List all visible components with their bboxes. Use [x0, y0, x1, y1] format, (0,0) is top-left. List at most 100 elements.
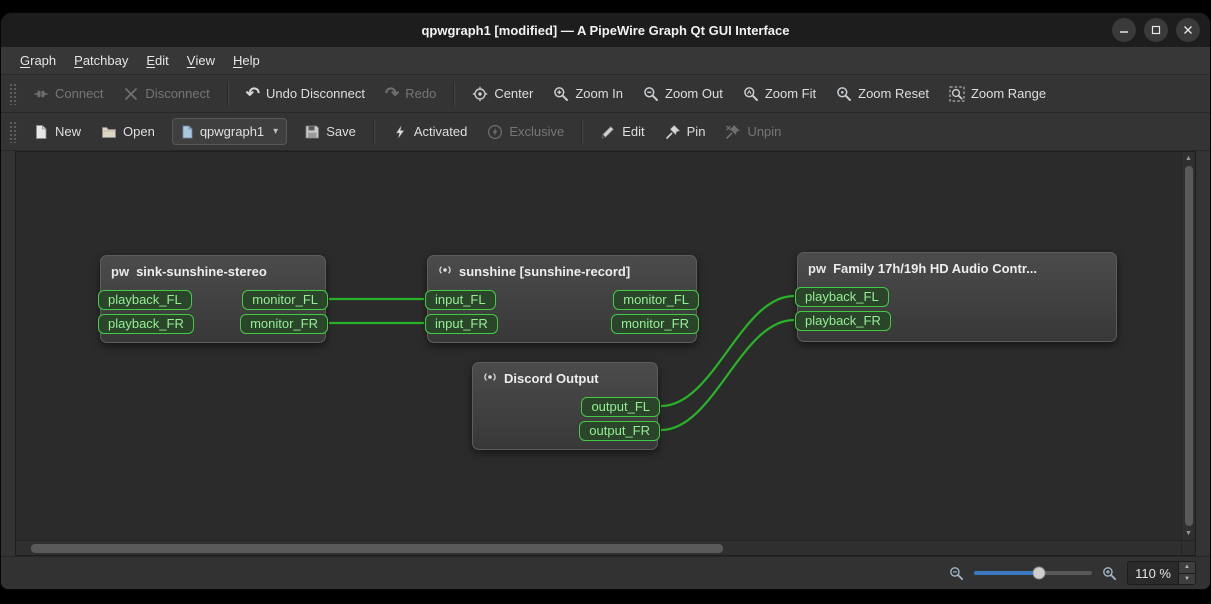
port-output_FL[interactable]: output_FL — [581, 397, 660, 417]
new-label: New — [55, 124, 82, 139]
zoom-out-small-icon[interactable] — [949, 566, 964, 581]
spin-down-icon[interactable]: ▼ — [1179, 573, 1195, 584]
exclusive-toggle[interactable]: Exclusive — [478, 119, 573, 145]
disconnect-icon — [125, 87, 138, 100]
menu-edit[interactable]: Edit — [137, 47, 177, 74]
port-playback_FR[interactable]: playback_FR — [98, 314, 194, 334]
vertical-scrollbar-thumb[interactable] — [1184, 166, 1193, 526]
maximize-button[interactable] — [1144, 18, 1168, 42]
menubar: Graph Patchbay Edit View Help — [1, 47, 1210, 75]
exclusive-label: Exclusive — [509, 124, 565, 139]
connect-icon — [34, 90, 48, 97]
scroll-down-icon[interactable]: ▼ — [1182, 527, 1195, 540]
menu-help-label: H — [232, 53, 243, 68]
node-header: pw sink-sunshine-stereo — [101, 256, 325, 286]
port-monitor_FR[interactable]: monitor_FR — [611, 314, 699, 334]
port-playback_FL[interactable]: playback_FL — [98, 290, 192, 310]
save-button[interactable]: Save — [295, 119, 365, 145]
audio-device-icon — [438, 263, 452, 279]
node-header: pw Family 17h/19h HD Audio Contr... — [798, 253, 1116, 283]
new-button[interactable]: New — [24, 119, 90, 145]
zoom-out-button[interactable]: Zoom Out — [634, 81, 732, 107]
menu-view[interactable]: View — [178, 47, 224, 74]
chevron-down-icon: ▾ — [273, 126, 279, 137]
zoom-in-small-icon[interactable] — [1102, 566, 1117, 581]
zoom-spinbox[interactable]: 110 % ▲ ▼ — [1127, 561, 1196, 585]
scroll-up-icon[interactable]: ▲ — [1182, 152, 1195, 165]
zoom-reset-label: Zoom Reset — [858, 86, 929, 101]
edit-button[interactable]: Edit — [591, 119, 653, 145]
port-playback_FR[interactable]: playback_FR — [795, 311, 891, 331]
zoom-slider[interactable] — [974, 566, 1093, 580]
close-button[interactable] — [1176, 18, 1200, 42]
undo-disconnect-button[interactable]: ↶ Undo Disconnect — [237, 81, 374, 106]
patchbay-file-name: qpwgraph1 — [199, 124, 265, 139]
graph-node-discord[interactable]: Discord Output output_FL output_FR — [472, 362, 660, 450]
menu-patchbay[interactable]: Patchbay — [65, 47, 137, 74]
zoom-slider-thumb[interactable] — [1032, 566, 1046, 580]
port-output_FR[interactable]: output_FR — [579, 421, 660, 441]
center-button[interactable]: Center — [463, 81, 542, 107]
bolt-circle-icon — [488, 124, 503, 139]
disconnect-button[interactable]: Disconnect — [114, 81, 218, 107]
horizontal-scrollbar[interactable]: ◀ ▶ — [16, 540, 1181, 555]
toolbar-drag-handle[interactable] — [9, 82, 17, 105]
pin-icon — [665, 124, 680, 139]
patchbay-file-combo[interactable]: qpwgraph1 ▾ — [171, 118, 288, 145]
port-input_FR[interactable]: input_FR — [425, 314, 498, 334]
unpin-button[interactable]: Unpin — [716, 119, 790, 145]
connect-button[interactable]: Connect — [24, 81, 112, 107]
vertical-scrollbar[interactable]: ▲ ▼ — [1181, 152, 1195, 540]
horizontal-scrollbar-thumb[interactable] — [31, 544, 723, 553]
port-playback_FL[interactable]: playback_FL — [795, 287, 889, 307]
connections-layer — [328, 294, 795, 432]
scroll-right-icon[interactable]: ▶ — [1181, 542, 1210, 555]
port-monitor_FL[interactable]: monitor_FL — [613, 290, 699, 310]
window-controls — [1112, 18, 1200, 42]
redo-button[interactable]: ↷ Redo — [376, 81, 445, 106]
open-label: Open — [123, 124, 155, 139]
window-title: qpwgraph1 [modified] — A PipeWire Graph … — [421, 22, 790, 38]
undo-icon: ↶ — [245, 83, 260, 103]
toolbar-separator — [372, 119, 375, 144]
graph-node-sunshine[interactable]: sunshine [sunshine-record] input_FL input_… — [425, 255, 699, 343]
app-window: qpwgraph1 [modified] — A PipeWire Graph … — [0, 12, 1211, 590]
toolbar-separator — [581, 119, 584, 144]
zoom-in-label: Zoom In — [575, 86, 624, 101]
spin-up-icon[interactable]: ▲ — [1179, 562, 1195, 574]
zoom-range-button[interactable]: Zoom Range — [940, 81, 1055, 107]
undo-label: Undo Disconnect — [265, 86, 365, 101]
menu-help[interactable]: Help — [224, 47, 269, 74]
disconnect-label: Disconnect — [145, 86, 210, 101]
menu-graph-label-rest: raph — [30, 53, 57, 68]
zoom-fit-icon — [743, 86, 758, 101]
minimize-button[interactable] — [1112, 18, 1136, 42]
port-input_FL[interactable]: input_FL — [425, 290, 496, 310]
minimize-icon — [1120, 31, 1128, 33]
menu-graph[interactable]: Graph — [11, 47, 65, 74]
zoom-reset-button[interactable]: Zoom Reset — [827, 81, 938, 107]
graph-canvas[interactable]: pw sink-sunshine-stereo playback_FL playbac… — [16, 152, 1181, 540]
graph-node-family[interactable]: pw Family 17h/19h HD Audio Contr... playba… — [795, 252, 1117, 342]
port-monitor_FL[interactable]: monitor_FL — [242, 290, 328, 310]
node-header: sunshine [sunshine-record] — [428, 256, 696, 286]
pencil-icon — [601, 125, 615, 138]
center-icon — [473, 86, 488, 101]
node-title: Family 17h/19h HD Audio Contr... — [833, 260, 1037, 276]
pipewire-icon: pw — [808, 260, 827, 276]
zoom-out-icon — [644, 86, 659, 101]
close-icon — [1184, 26, 1192, 34]
graph-node-sink[interactable]: pw sink-sunshine-stereo playback_FLplaybac… — [98, 255, 328, 343]
activated-toggle[interactable]: Activated — [383, 119, 476, 145]
maximize-icon — [1151, 25, 1161, 35]
zoom-in-icon — [554, 86, 569, 101]
toolbar-drag-handle[interactable] — [9, 120, 17, 143]
pin-button[interactable]: Pin — [656, 119, 715, 145]
titlebar[interactable]: qpwgraph1 [modified] — A PipeWire Graph … — [1, 13, 1210, 47]
port-monitor_FR[interactable]: monitor_FR — [240, 314, 328, 334]
zoom-value[interactable]: 110 % — [1128, 562, 1178, 584]
zoom-in-button[interactable]: Zoom In — [544, 81, 632, 107]
open-button[interactable]: Open — [92, 119, 164, 145]
statusbar: 110 % ▲ ▼ — [1, 556, 1210, 589]
zoom-fit-button[interactable]: Zoom Fit — [734, 81, 825, 107]
